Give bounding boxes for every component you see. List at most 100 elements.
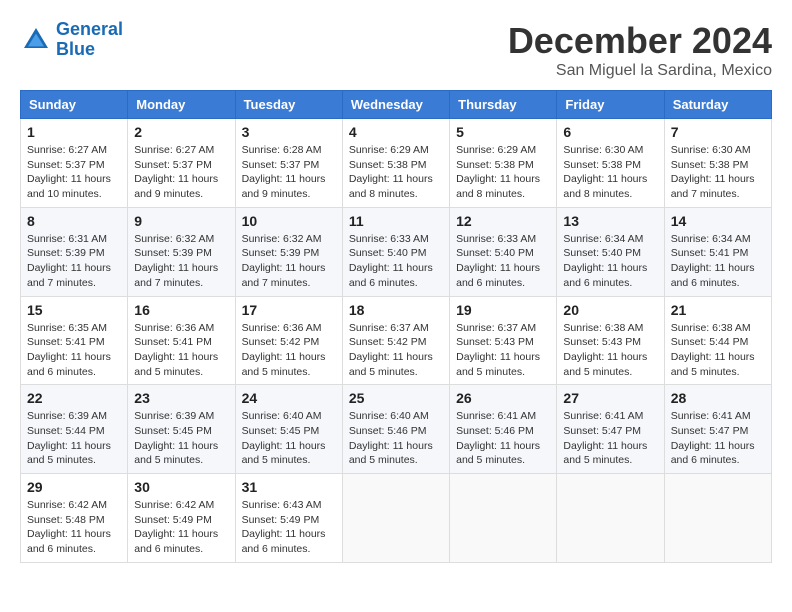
calendar-cell: 1 Sunrise: 6:27 AM Sunset: 5:37 PM Dayli… [21, 119, 128, 208]
day-number: 5 [456, 124, 550, 140]
calendar-cell: 16 Sunrise: 6:36 AM Sunset: 5:41 PM Dayl… [128, 296, 235, 385]
cell-content: Sunrise: 6:27 AM Sunset: 5:37 PM Dayligh… [27, 143, 121, 202]
calendar-cell: 21 Sunrise: 6:38 AM Sunset: 5:44 PM Dayl… [664, 296, 771, 385]
day-number: 16 [134, 302, 228, 318]
day-number: 18 [349, 302, 443, 318]
day-of-week-header: Sunday [21, 91, 128, 119]
logo-text: General Blue [56, 20, 123, 60]
cell-content: Sunrise: 6:27 AM Sunset: 5:37 PM Dayligh… [134, 143, 228, 202]
day-number: 14 [671, 213, 765, 229]
calendar-cell: 17 Sunrise: 6:36 AM Sunset: 5:42 PM Dayl… [235, 296, 342, 385]
cell-content: Sunrise: 6:34 AM Sunset: 5:40 PM Dayligh… [563, 232, 657, 291]
day-number: 7 [671, 124, 765, 140]
day-number: 30 [134, 479, 228, 495]
day-number: 9 [134, 213, 228, 229]
month-title: December 2024 [508, 20, 772, 62]
calendar-week-row: 1 Sunrise: 6:27 AM Sunset: 5:37 PM Dayli… [21, 119, 772, 208]
calendar-cell: 10 Sunrise: 6:32 AM Sunset: 5:39 PM Dayl… [235, 207, 342, 296]
cell-content: Sunrise: 6:29 AM Sunset: 5:38 PM Dayligh… [456, 143, 550, 202]
cell-content: Sunrise: 6:34 AM Sunset: 5:41 PM Dayligh… [671, 232, 765, 291]
cell-content: Sunrise: 6:33 AM Sunset: 5:40 PM Dayligh… [349, 232, 443, 291]
day-of-week-header: Tuesday [235, 91, 342, 119]
day-number: 23 [134, 390, 228, 406]
cell-content: Sunrise: 6:36 AM Sunset: 5:41 PM Dayligh… [134, 321, 228, 380]
cell-content: Sunrise: 6:30 AM Sunset: 5:38 PM Dayligh… [563, 143, 657, 202]
day-number: 19 [456, 302, 550, 318]
calendar-week-row: 8 Sunrise: 6:31 AM Sunset: 5:39 PM Dayli… [21, 207, 772, 296]
day-number: 29 [27, 479, 121, 495]
day-number: 24 [242, 390, 336, 406]
calendar-cell: 22 Sunrise: 6:39 AM Sunset: 5:44 PM Dayl… [21, 385, 128, 474]
calendar-cell: 20 Sunrise: 6:38 AM Sunset: 5:43 PM Dayl… [557, 296, 664, 385]
day-of-week-header: Monday [128, 91, 235, 119]
cell-content: Sunrise: 6:30 AM Sunset: 5:38 PM Dayligh… [671, 143, 765, 202]
day-number: 15 [27, 302, 121, 318]
cell-content: Sunrise: 6:33 AM Sunset: 5:40 PM Dayligh… [456, 232, 550, 291]
day-number: 11 [349, 213, 443, 229]
day-of-week-header: Friday [557, 91, 664, 119]
day-number: 12 [456, 213, 550, 229]
cell-content: Sunrise: 6:38 AM Sunset: 5:43 PM Dayligh… [563, 321, 657, 380]
day-number: 6 [563, 124, 657, 140]
calendar-week-row: 29 Sunrise: 6:42 AM Sunset: 5:48 PM Dayl… [21, 474, 772, 563]
day-number: 10 [242, 213, 336, 229]
calendar-cell: 25 Sunrise: 6:40 AM Sunset: 5:46 PM Dayl… [342, 385, 449, 474]
cell-content: Sunrise: 6:42 AM Sunset: 5:49 PM Dayligh… [134, 498, 228, 557]
calendar-cell: 8 Sunrise: 6:31 AM Sunset: 5:39 PM Dayli… [21, 207, 128, 296]
cell-content: Sunrise: 6:31 AM Sunset: 5:39 PM Dayligh… [27, 232, 121, 291]
logo-icon [20, 24, 52, 56]
day-number: 17 [242, 302, 336, 318]
calendar-week-row: 15 Sunrise: 6:35 AM Sunset: 5:41 PM Dayl… [21, 296, 772, 385]
calendar-cell: 4 Sunrise: 6:29 AM Sunset: 5:38 PM Dayli… [342, 119, 449, 208]
calendar-cell [664, 474, 771, 563]
cell-content: Sunrise: 6:32 AM Sunset: 5:39 PM Dayligh… [242, 232, 336, 291]
calendar-cell: 12 Sunrise: 6:33 AM Sunset: 5:40 PM Dayl… [450, 207, 557, 296]
calendar-cell: 15 Sunrise: 6:35 AM Sunset: 5:41 PM Dayl… [21, 296, 128, 385]
day-number: 1 [27, 124, 121, 140]
calendar-cell: 11 Sunrise: 6:33 AM Sunset: 5:40 PM Dayl… [342, 207, 449, 296]
calendar-cell: 24 Sunrise: 6:40 AM Sunset: 5:45 PM Dayl… [235, 385, 342, 474]
calendar-cell: 13 Sunrise: 6:34 AM Sunset: 5:40 PM Dayl… [557, 207, 664, 296]
calendar-cell: 31 Sunrise: 6:43 AM Sunset: 5:49 PM Dayl… [235, 474, 342, 563]
calendar-cell: 23 Sunrise: 6:39 AM Sunset: 5:45 PM Dayl… [128, 385, 235, 474]
day-of-week-header: Wednesday [342, 91, 449, 119]
cell-content: Sunrise: 6:32 AM Sunset: 5:39 PM Dayligh… [134, 232, 228, 291]
calendar-cell [557, 474, 664, 563]
cell-content: Sunrise: 6:28 AM Sunset: 5:37 PM Dayligh… [242, 143, 336, 202]
calendar-cell [450, 474, 557, 563]
cell-content: Sunrise: 6:37 AM Sunset: 5:42 PM Dayligh… [349, 321, 443, 380]
page-header: General Blue December 2024 San Miguel la… [20, 20, 772, 80]
cell-content: Sunrise: 6:38 AM Sunset: 5:44 PM Dayligh… [671, 321, 765, 380]
calendar-cell: 14 Sunrise: 6:34 AM Sunset: 5:41 PM Dayl… [664, 207, 771, 296]
cell-content: Sunrise: 6:43 AM Sunset: 5:49 PM Dayligh… [242, 498, 336, 557]
calendar-header-row: SundayMondayTuesdayWednesdayThursdayFrid… [21, 91, 772, 119]
day-number: 26 [456, 390, 550, 406]
day-number: 21 [671, 302, 765, 318]
day-number: 20 [563, 302, 657, 318]
cell-content: Sunrise: 6:36 AM Sunset: 5:42 PM Dayligh… [242, 321, 336, 380]
day-number: 4 [349, 124, 443, 140]
cell-content: Sunrise: 6:37 AM Sunset: 5:43 PM Dayligh… [456, 321, 550, 380]
day-number: 27 [563, 390, 657, 406]
cell-content: Sunrise: 6:41 AM Sunset: 5:46 PM Dayligh… [456, 409, 550, 468]
day-number: 25 [349, 390, 443, 406]
calendar-cell [342, 474, 449, 563]
calendar-table: SundayMondayTuesdayWednesdayThursdayFrid… [20, 90, 772, 563]
calendar-cell: 6 Sunrise: 6:30 AM Sunset: 5:38 PM Dayli… [557, 119, 664, 208]
day-number: 3 [242, 124, 336, 140]
cell-content: Sunrise: 6:40 AM Sunset: 5:46 PM Dayligh… [349, 409, 443, 468]
location: San Miguel la Sardina, Mexico [508, 62, 772, 80]
cell-content: Sunrise: 6:40 AM Sunset: 5:45 PM Dayligh… [242, 409, 336, 468]
calendar-cell: 5 Sunrise: 6:29 AM Sunset: 5:38 PM Dayli… [450, 119, 557, 208]
day-of-week-header: Saturday [664, 91, 771, 119]
day-of-week-header: Thursday [450, 91, 557, 119]
calendar-cell: 18 Sunrise: 6:37 AM Sunset: 5:42 PM Dayl… [342, 296, 449, 385]
day-number: 8 [27, 213, 121, 229]
cell-content: Sunrise: 6:41 AM Sunset: 5:47 PM Dayligh… [671, 409, 765, 468]
calendar-cell: 7 Sunrise: 6:30 AM Sunset: 5:38 PM Dayli… [664, 119, 771, 208]
calendar-week-row: 22 Sunrise: 6:39 AM Sunset: 5:44 PM Dayl… [21, 385, 772, 474]
calendar-cell: 3 Sunrise: 6:28 AM Sunset: 5:37 PM Dayli… [235, 119, 342, 208]
day-number: 22 [27, 390, 121, 406]
calendar-cell: 26 Sunrise: 6:41 AM Sunset: 5:46 PM Dayl… [450, 385, 557, 474]
calendar-cell: 27 Sunrise: 6:41 AM Sunset: 5:47 PM Dayl… [557, 385, 664, 474]
